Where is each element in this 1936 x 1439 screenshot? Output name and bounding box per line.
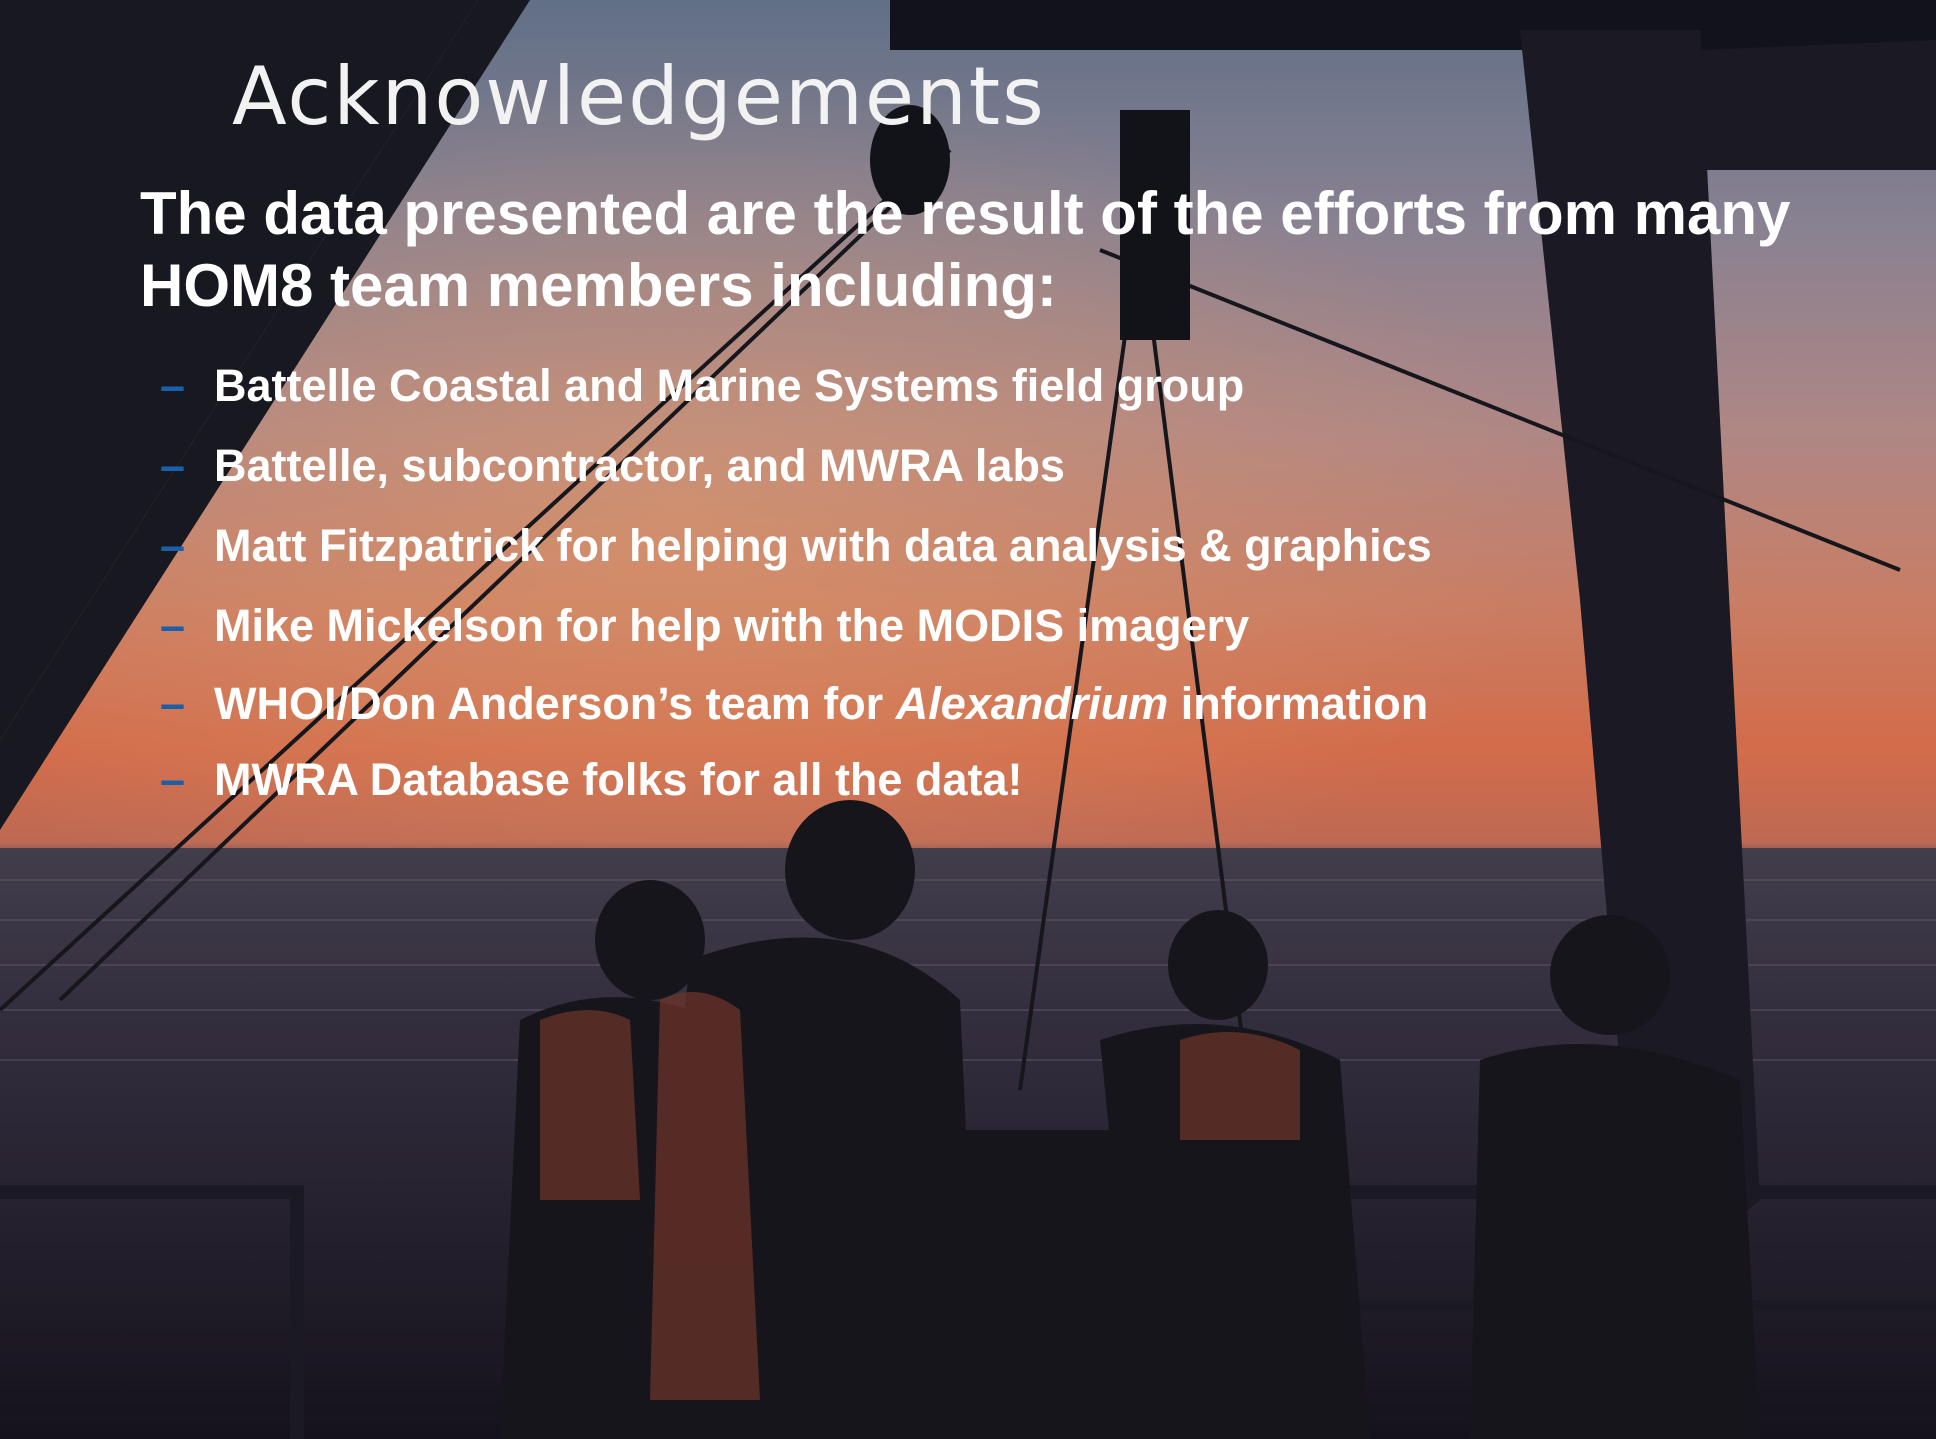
list-item-text-italic: Alexandrium — [895, 678, 1169, 729]
list-item: – Matt Fitzpatrick for helping with data… — [160, 506, 1432, 586]
bullet-marker: – — [160, 600, 186, 651]
slide: Acknowledgements The data presented are … — [0, 0, 1936, 1439]
slide-title: Acknowledgements — [232, 50, 1046, 143]
list-item: – Battelle Coastal and Marine Systems fi… — [160, 346, 1432, 426]
list-item-text: Battelle Coastal and Marine Systems fiel… — [214, 360, 1245, 411]
list-item: – Battelle, subcontractor, and MWRA labs — [160, 426, 1432, 506]
list-item-text: WHOI/Don Anderson’s team for Alexandrium… — [214, 678, 1428, 730]
list-item-text: MWRA Database folks for all the data! — [214, 754, 1023, 805]
bullet-marker: – — [160, 754, 186, 805]
list-item: – WHOI/Don Anderson’s team for Alexandri… — [160, 666, 1432, 742]
list-item-text-before: WHOI/Don Anderson’s team for — [214, 678, 896, 729]
bullet-marker: – — [160, 360, 186, 411]
bullet-marker: – — [160, 440, 186, 491]
list-item-text: Matt Fitzpatrick for helping with data a… — [214, 520, 1432, 571]
list-item-text: Battelle, subcontractor, and MWRA labs — [214, 440, 1065, 491]
lead-text: The data presented are the result of the… — [140, 180, 1791, 319]
bullet-marker: – — [160, 520, 186, 571]
list-item: – Mike Mickelson for help with the MODIS… — [160, 586, 1432, 666]
list-item-text: Mike Mickelson for help with the MODIS i… — [214, 600, 1250, 651]
list-item: – MWRA Database folks for all the data! — [160, 742, 1432, 818]
acknowledgement-list: – Battelle Coastal and Marine Systems fi… — [160, 346, 1432, 818]
list-item-text-after: information — [1168, 678, 1429, 729]
bullet-marker: – — [160, 678, 186, 729]
